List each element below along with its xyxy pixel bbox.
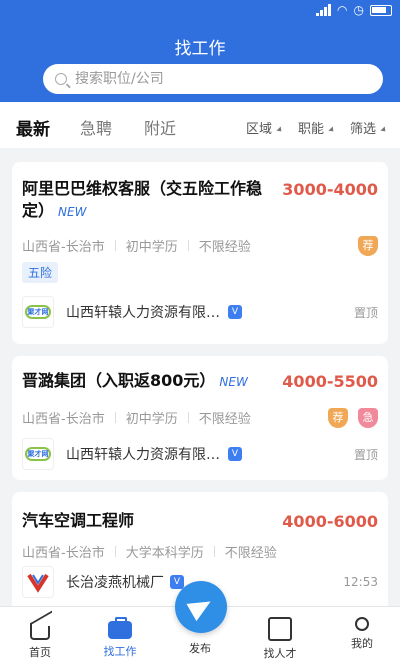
wifi-icon: ◠ bbox=[337, 3, 348, 17]
job-title-line2: 定） bbox=[22, 201, 55, 220]
job-meta: 山西省-长治市 大学本科学历 不限经验 bbox=[22, 542, 277, 561]
experience: 不限经验 bbox=[198, 412, 251, 427]
urgent-badge: 急 bbox=[358, 408, 378, 428]
caret-icon bbox=[380, 125, 388, 134]
company-name: 山西轩辕人力资源有限公司 bbox=[66, 305, 222, 321]
company-name: 长治凌燕机械厂 bbox=[66, 575, 164, 591]
recommend-badge: 荐 bbox=[358, 236, 378, 256]
nav-home-label: 首页 bbox=[29, 646, 51, 659]
publish-label: 发布 bbox=[189, 642, 211, 655]
alarm-icon: ◷ bbox=[353, 3, 364, 17]
search-icon bbox=[55, 73, 67, 85]
search-input[interactable] bbox=[75, 71, 355, 87]
company-logo bbox=[22, 566, 54, 598]
nav-find-job[interactable]: 找工作 bbox=[90, 617, 150, 659]
nav-home[interactable]: 首页 bbox=[10, 617, 70, 660]
nav-me-label: 我的 bbox=[351, 637, 373, 650]
filter-function-label: 职能 bbox=[298, 122, 325, 137]
company-logo-mark bbox=[27, 573, 49, 593]
header: 找工作 bbox=[0, 22, 400, 102]
tab-latest[interactable]: 最新 bbox=[16, 115, 50, 140]
status-bar: ◠ ◷ bbox=[0, 0, 400, 22]
page-title: 找工作 bbox=[174, 39, 226, 59]
logo-text: 聚才网 bbox=[25, 305, 51, 319]
new-tag: NEW bbox=[58, 205, 87, 219]
nav-find-talent-label: 找人才 bbox=[263, 647, 297, 660]
nav-find-job-label: 找工作 bbox=[103, 645, 137, 658]
job-list: 阿里巴巴维权客服（交五险工作稳 定） NEW 3000-4000 山西省-长治市 … bbox=[0, 148, 400, 606]
salary: 3000-4000 bbox=[282, 180, 378, 199]
post-time: 12:53 bbox=[343, 575, 378, 589]
salary: 4000-5500 bbox=[282, 372, 378, 391]
company-logo: 聚才网 bbox=[22, 296, 54, 328]
job-title: 阿里巴巴维权客服（交五险工作稳 定） NEW bbox=[22, 178, 262, 223]
briefcase-icon bbox=[108, 617, 132, 639]
location: 山西省-长治市 bbox=[22, 412, 105, 427]
location: 山西省-长治市 bbox=[22, 546, 105, 561]
find-talent-icon bbox=[268, 617, 292, 641]
education: 初中学历 bbox=[125, 412, 178, 427]
job-title: 晋潞集团（入职返800元） NEW bbox=[22, 370, 248, 393]
user-icon bbox=[355, 617, 369, 631]
benefit-tag: 五险 bbox=[22, 262, 59, 283]
job-card[interactable]: 阿里巴巴维权客服（交五险工作稳 定） NEW 3000-4000 山西省-长治市 … bbox=[12, 162, 388, 344]
salary: 4000-6000 bbox=[282, 512, 378, 531]
pinned-label: 置顶 bbox=[353, 305, 378, 320]
filter-region[interactable]: 区域 bbox=[246, 118, 284, 137]
search-bar[interactable] bbox=[43, 64, 383, 94]
job-title: 汽车空调工程师 bbox=[22, 511, 135, 530]
new-tag: NEW bbox=[219, 375, 248, 389]
recommend-badge: 荐 bbox=[328, 408, 348, 428]
company-row[interactable]: 聚才网 山西轩辕人力资源有限公司 V 置顶 bbox=[22, 296, 378, 328]
bottom-nav: 首页 找工作 发布 找人才 我的 bbox=[0, 581, 400, 666]
publish-button[interactable] bbox=[175, 581, 227, 633]
verified-icon: V bbox=[170, 575, 184, 589]
filter-more[interactable]: 筛选 bbox=[350, 118, 388, 137]
education: 初中学历 bbox=[125, 240, 178, 255]
home-icon bbox=[30, 626, 50, 640]
logo-text: 聚才网 bbox=[25, 447, 51, 461]
company-name: 山西轩辕人力资源有限公司 bbox=[66, 447, 222, 463]
nav-find-talent[interactable]: 找人才 bbox=[250, 617, 310, 661]
company-logo: 聚才网 bbox=[22, 438, 54, 470]
battery-icon bbox=[370, 4, 392, 16]
tab-nearby[interactable]: 附近 bbox=[144, 115, 176, 139]
job-title-line1: 阿里巴巴维权客服（交五险工作稳 bbox=[22, 179, 263, 198]
filter-more-label: 筛选 bbox=[350, 122, 377, 137]
filter-region-label: 区域 bbox=[246, 122, 273, 137]
verified-icon: V bbox=[228, 447, 242, 461]
experience: 不限经验 bbox=[198, 240, 251, 255]
experience: 不限经验 bbox=[224, 546, 277, 561]
job-meta: 山西省-长治市 初中学历 不限经验 bbox=[22, 236, 251, 255]
job-meta: 山西省-长治市 初中学历 不限经验 bbox=[22, 408, 251, 427]
nav-me[interactable]: 我的 bbox=[332, 617, 392, 651]
verified-icon: V bbox=[228, 305, 242, 319]
company-row[interactable]: 聚才网 山西轩辕人力资源有限公司 V 置顶 bbox=[22, 438, 378, 470]
location: 山西省-长治市 bbox=[22, 240, 105, 255]
caret-icon bbox=[328, 125, 336, 134]
caret-icon bbox=[276, 125, 284, 134]
filter-function[interactable]: 职能 bbox=[298, 118, 336, 137]
pinned-label: 置顶 bbox=[353, 447, 378, 462]
education: 大学本科学历 bbox=[125, 546, 204, 561]
paper-plane-icon bbox=[186, 592, 216, 622]
tab-bar: 最新 急聘 附近 区域 职能 筛选 bbox=[0, 102, 400, 148]
signal-icon bbox=[316, 4, 332, 16]
tab-urgent[interactable]: 急聘 bbox=[80, 115, 112, 139]
job-title-line1: 晋潞集团（入职返800元） bbox=[22, 371, 216, 390]
job-card[interactable]: 晋潞集团（入职返800元） NEW 4000-5500 山西省-长治市 初中学历 … bbox=[12, 356, 388, 480]
